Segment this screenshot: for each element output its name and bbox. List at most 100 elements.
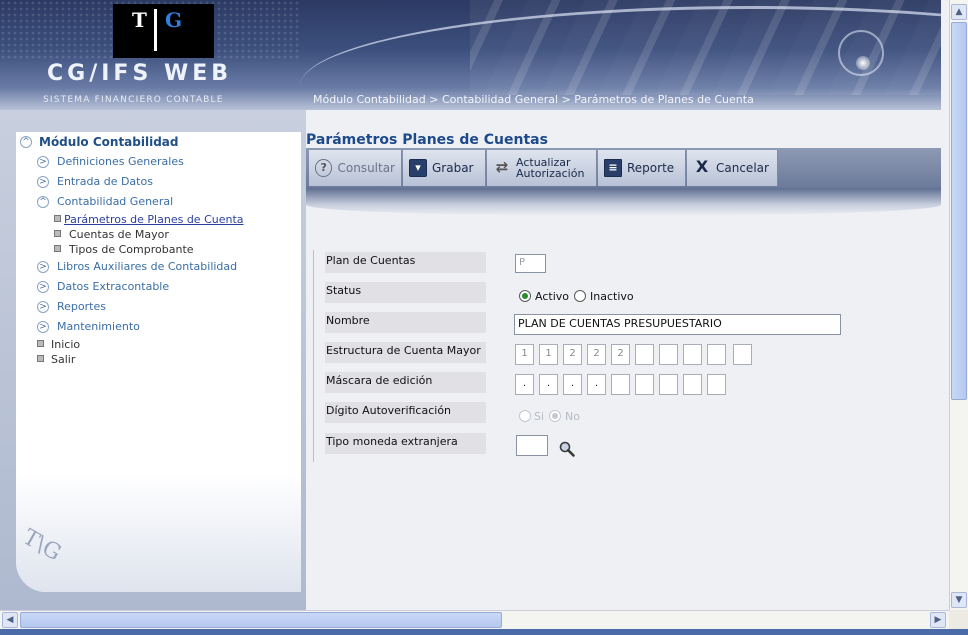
mascara-char[interactable] bbox=[683, 374, 702, 395]
mascara-char[interactable] bbox=[659, 374, 678, 395]
estructura-digit[interactable] bbox=[733, 344, 752, 365]
app-subtitle: SISTEMA FINANCIERO CONTABLE bbox=[43, 95, 224, 105]
app-header: T G CG/IFS WEB SISTEMA FINANCIERO CONTAB… bbox=[0, 0, 941, 110]
page-title: Parámetros Planes de Cuentas bbox=[306, 132, 548, 148]
scroll-left-icon[interactable]: ◀ bbox=[2, 612, 18, 628]
mascara-char[interactable]: . bbox=[587, 374, 606, 395]
nombre-field[interactable]: PLAN DE CUENTAS PRESUPUESTARIO bbox=[514, 314, 841, 335]
help-icon: ? bbox=[315, 159, 333, 177]
sidebar-subitem-cuentas-mayor[interactable]: Cuentas de Mayor bbox=[69, 228, 169, 241]
collapse-arrow-icon: ^ bbox=[37, 196, 49, 208]
logo-letter-t: T bbox=[132, 8, 147, 32]
report-icon: ≡ bbox=[604, 159, 622, 177]
sidebar-item-datos-extracontable[interactable]: Datos Extracontable bbox=[57, 280, 169, 293]
consultar-button[interactable]: ? Consultar bbox=[309, 150, 402, 186]
vertical-scroll-thumb[interactable] bbox=[951, 22, 967, 400]
estructura-digit[interactable] bbox=[659, 344, 678, 365]
sidebar-item-contabilidad-general[interactable]: Contabilidad General bbox=[57, 195, 173, 208]
collapse-arrow-icon[interactable]: ^ bbox=[20, 136, 32, 148]
form-divider bbox=[313, 250, 314, 462]
sidebar-module-title[interactable]: Módulo Contabilidad bbox=[39, 135, 179, 149]
plan-cuentas-field[interactable]: P bbox=[515, 254, 546, 273]
moneda-label: Tipo moneda extranjera bbox=[325, 433, 486, 454]
status-inactivo-label: Inactivo bbox=[590, 290, 634, 303]
scroll-down-icon[interactable]: ▼ bbox=[951, 592, 967, 608]
bullet-icon bbox=[54, 245, 61, 252]
arrow-right-icon: > bbox=[37, 176, 49, 188]
plan-cuentas-label: Plan de Cuentas bbox=[325, 252, 486, 273]
breadcrumb: Módulo Contabilidad > Contabilidad Gener… bbox=[313, 93, 754, 106]
estructura-digit[interactable] bbox=[635, 344, 654, 365]
cancelar-label: Cancelar bbox=[716, 161, 769, 175]
close-icon: X bbox=[695, 157, 709, 176]
mascara-char[interactable] bbox=[707, 374, 726, 395]
sidebar-subitem-tipos-comprobante[interactable]: Tipos de Comprobante bbox=[69, 243, 194, 256]
sidebar-item-libros[interactable]: Libros Auxiliares de Contabilidad bbox=[57, 260, 237, 273]
estructura-digit[interactable]: 1 bbox=[515, 344, 534, 365]
logo-divider bbox=[154, 9, 157, 51]
status-label: Status bbox=[325, 282, 486, 303]
actualizar-label: Actualizar Autorización bbox=[516, 157, 584, 179]
sidebar-subitem-parametros[interactable]: Parámetros de Planes de Cuenta bbox=[64, 213, 244, 226]
arrow-right-icon: > bbox=[37, 281, 49, 293]
reporte-button[interactable]: ≡ Reporte bbox=[598, 150, 686, 186]
refresh-icon: ⇄ bbox=[495, 158, 509, 176]
sidebar-item-reportes[interactable]: Reportes bbox=[57, 300, 106, 313]
actualizar-line2: Autorización bbox=[516, 167, 585, 180]
consultar-label: Consultar bbox=[337, 161, 395, 175]
status-activo-radio[interactable] bbox=[519, 290, 531, 302]
digito-no-label: No bbox=[565, 410, 580, 423]
arrow-right-icon: > bbox=[37, 321, 49, 333]
digito-si-radio[interactable] bbox=[519, 410, 531, 422]
search-icon[interactable] bbox=[558, 440, 576, 458]
grabar-label: Grabar bbox=[432, 161, 474, 175]
mascara-char[interactable]: . bbox=[539, 374, 558, 395]
sidebar-item-salir[interactable]: Salir bbox=[51, 353, 75, 366]
digito-no-radio[interactable] bbox=[549, 410, 561, 422]
digito-label: Dígito Autoverificación bbox=[325, 402, 486, 423]
estructura-digit[interactable] bbox=[683, 344, 702, 365]
toolbar-shadow bbox=[306, 188, 941, 216]
mascara-char[interactable]: . bbox=[563, 374, 582, 395]
bullet-icon bbox=[54, 230, 61, 237]
scrollbar-corner bbox=[949, 610, 968, 629]
bullet-icon bbox=[54, 215, 61, 222]
status-bar bbox=[0, 629, 968, 635]
status-activo-label: Activo bbox=[535, 290, 569, 303]
nombre-label: Nombre bbox=[325, 312, 486, 333]
horizontal-scroll-thumb[interactable] bbox=[20, 612, 502, 628]
estructura-digit[interactable] bbox=[707, 344, 726, 365]
bullet-icon bbox=[37, 340, 44, 347]
mascara-char[interactable]: . bbox=[515, 374, 534, 395]
sidebar-fade bbox=[16, 472, 301, 592]
cancelar-button[interactable]: X Cancelar bbox=[687, 150, 778, 186]
arrow-right-icon: > bbox=[37, 301, 49, 313]
sidebar-item-definiciones[interactable]: Definiciones Generales bbox=[57, 155, 184, 168]
estructura-digit[interactable]: 1 bbox=[539, 344, 558, 365]
tg-logo: T G bbox=[113, 4, 214, 58]
sidebar-item-mantenimiento[interactable]: Mantenimiento bbox=[57, 320, 140, 333]
digito-si-label: Si bbox=[534, 410, 545, 423]
save-icon: ▾ bbox=[409, 159, 427, 177]
status-inactivo-radio[interactable] bbox=[574, 290, 586, 302]
estructura-label: Estructura de Cuenta Mayor bbox=[325, 342, 486, 363]
estructura-digit[interactable]: 2 bbox=[563, 344, 582, 365]
actualizar-autorizacion-button[interactable]: ⇄ Actualizar Autorización bbox=[487, 150, 597, 186]
estructura-digit[interactable]: 2 bbox=[611, 344, 630, 365]
horizontal-scrollbar[interactable]: ◀ ▶ bbox=[0, 610, 949, 629]
vertical-scrollbar[interactable]: ▲ ▼ bbox=[949, 0, 968, 610]
grabar-button[interactable]: ▾ Grabar bbox=[403, 150, 486, 186]
sidebar-item-entrada[interactable]: Entrada de Datos bbox=[57, 175, 153, 188]
scroll-up-icon[interactable]: ▲ bbox=[951, 4, 967, 20]
logo-letter-g: G bbox=[165, 8, 183, 32]
app-title: CG/IFS WEB bbox=[47, 61, 233, 86]
scroll-right-icon[interactable]: ▶ bbox=[930, 612, 946, 628]
sparkle-icon bbox=[838, 30, 884, 76]
sidebar-panel: ^ Módulo Contabilidad > Definiciones Gen… bbox=[16, 132, 301, 592]
mascara-char[interactable] bbox=[635, 374, 654, 395]
arrow-right-icon: > bbox=[37, 156, 49, 168]
estructura-digit[interactable]: 2 bbox=[587, 344, 606, 365]
sidebar-item-inicio[interactable]: Inicio bbox=[51, 338, 80, 351]
mascara-char[interactable] bbox=[611, 374, 630, 395]
moneda-field[interactable] bbox=[516, 435, 548, 456]
